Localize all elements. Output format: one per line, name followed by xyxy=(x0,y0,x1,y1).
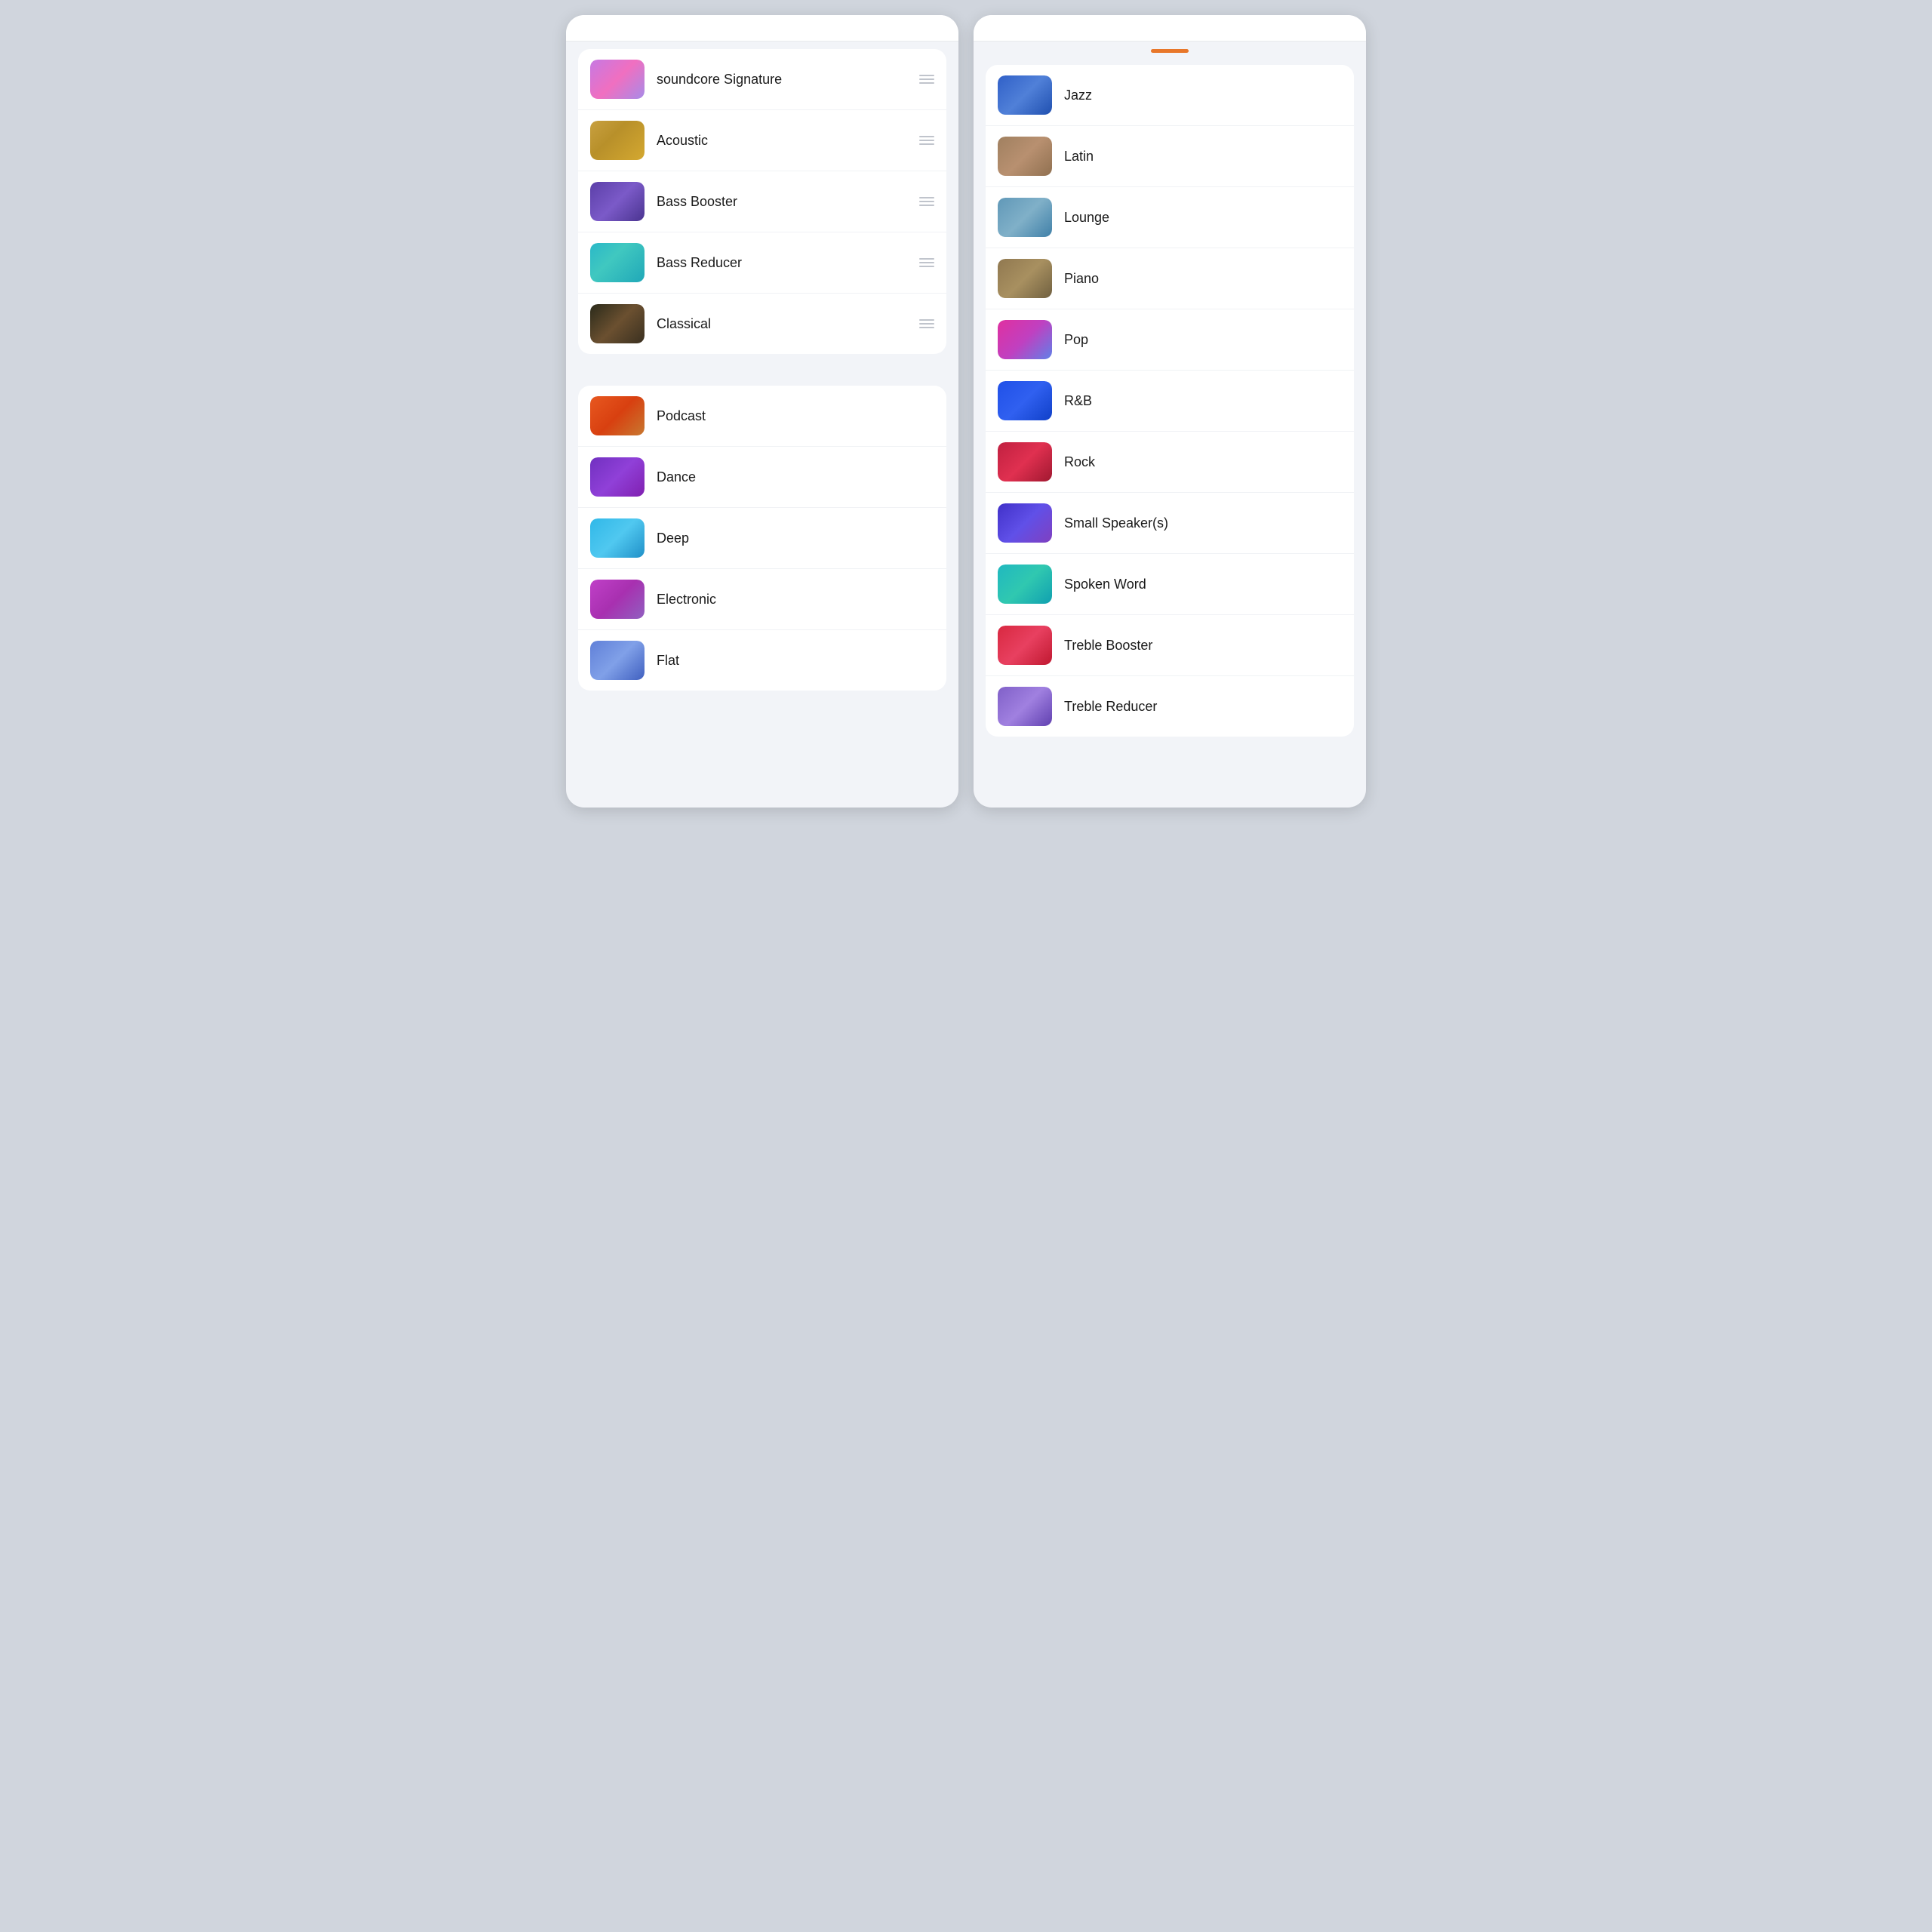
list-item[interactable]: Classical xyxy=(578,294,946,354)
right-list: Jazz Latin Lounge Piano Pop R&B Rock Small Spea… xyxy=(986,65,1354,737)
list-item[interactable]: Treble Booster xyxy=(986,615,1354,676)
list-item[interactable]: Treble Reducer xyxy=(986,676,1354,737)
list-item[interactable]: Electronic xyxy=(578,569,946,630)
item-thumbnail xyxy=(590,580,645,619)
list-item[interactable]: Rock xyxy=(986,432,1354,493)
item-label: Rock xyxy=(1064,454,1342,470)
item-label: Deep xyxy=(657,531,934,546)
list-item[interactable]: Spoken Word xyxy=(986,554,1354,615)
item-label: soundcore Signature xyxy=(657,72,913,88)
list-item[interactable]: Small Speaker(s) xyxy=(986,493,1354,554)
hidden-section-label xyxy=(566,361,958,378)
item-thumbnail xyxy=(590,121,645,160)
list-item[interactable]: Latin xyxy=(986,126,1354,187)
item-thumbnail xyxy=(590,304,645,343)
item-label: Jazz xyxy=(1064,88,1342,103)
item-label: Treble Reducer xyxy=(1064,699,1342,715)
scroll-bar xyxy=(1151,49,1189,53)
hidden-list: Podcast Dance Deep Electronic Flat xyxy=(578,386,946,691)
list-item[interactable]: Dance xyxy=(578,447,946,508)
item-thumbnail xyxy=(998,687,1052,726)
list-item[interactable]: R&B xyxy=(986,371,1354,432)
item-label: Small Speaker(s) xyxy=(1064,515,1342,531)
item-thumbnail xyxy=(590,60,645,99)
left-header xyxy=(566,15,958,42)
item-thumbnail xyxy=(590,457,645,497)
left-panel: soundcore Signature Acoustic Bass Booster B… xyxy=(566,15,958,808)
list-item[interactable]: Bass Booster xyxy=(578,171,946,232)
item-thumbnail xyxy=(590,518,645,558)
item-thumbnail xyxy=(998,442,1052,481)
item-thumbnail xyxy=(590,641,645,680)
item-label: Bass Reducer xyxy=(657,255,913,271)
list-item[interactable]: Acoustic xyxy=(578,110,946,171)
item-thumbnail xyxy=(998,320,1052,359)
list-item[interactable]: Bass Reducer xyxy=(578,232,946,294)
item-label: Piano xyxy=(1064,271,1342,287)
item-label: Podcast xyxy=(657,408,934,424)
item-label: Acoustic xyxy=(657,133,913,149)
item-label: Lounge xyxy=(1064,210,1342,226)
item-label: Bass Booster xyxy=(657,194,913,210)
list-item[interactable]: Piano xyxy=(986,248,1354,309)
drag-handle-icon[interactable] xyxy=(919,258,934,267)
item-thumbnail xyxy=(998,75,1052,115)
list-item[interactable]: soundcore Signature xyxy=(578,49,946,110)
list-item[interactable]: Podcast xyxy=(578,386,946,447)
item-label: R&B xyxy=(1064,393,1342,409)
list-item[interactable]: Deep xyxy=(578,508,946,569)
list-item[interactable]: Lounge xyxy=(986,187,1354,248)
item-label: Spoken Word xyxy=(1064,577,1342,592)
item-label: Treble Booster xyxy=(1064,638,1342,654)
item-label: Classical xyxy=(657,316,913,332)
item-label: Flat xyxy=(657,653,934,669)
item-thumbnail xyxy=(998,626,1052,665)
drag-handle-icon[interactable] xyxy=(919,75,934,84)
drag-handle-icon[interactable] xyxy=(919,136,934,145)
item-thumbnail xyxy=(590,243,645,282)
item-label: Electronic xyxy=(657,592,934,608)
right-header xyxy=(974,15,1366,42)
item-label: Pop xyxy=(1064,332,1342,348)
item-thumbnail xyxy=(998,381,1052,420)
item-thumbnail xyxy=(590,396,645,435)
item-thumbnail xyxy=(590,182,645,221)
list-item[interactable]: Pop xyxy=(986,309,1354,371)
item-thumbnail xyxy=(998,198,1052,237)
item-thumbnail xyxy=(998,565,1052,604)
item-thumbnail xyxy=(998,137,1052,176)
item-label: Dance xyxy=(657,469,934,485)
scroll-indicator-area xyxy=(974,42,1366,57)
drag-handle-icon[interactable] xyxy=(919,319,934,328)
list-item[interactable]: Jazz xyxy=(986,65,1354,126)
drag-handle-icon[interactable] xyxy=(919,197,934,206)
item-label: Latin xyxy=(1064,149,1342,165)
list-item[interactable]: Flat xyxy=(578,630,946,691)
item-thumbnail xyxy=(998,503,1052,543)
displayed-list: soundcore Signature Acoustic Bass Booster B… xyxy=(578,49,946,354)
right-panel: Jazz Latin Lounge Piano Pop R&B Rock Small Spea… xyxy=(974,15,1366,808)
item-thumbnail xyxy=(998,259,1052,298)
